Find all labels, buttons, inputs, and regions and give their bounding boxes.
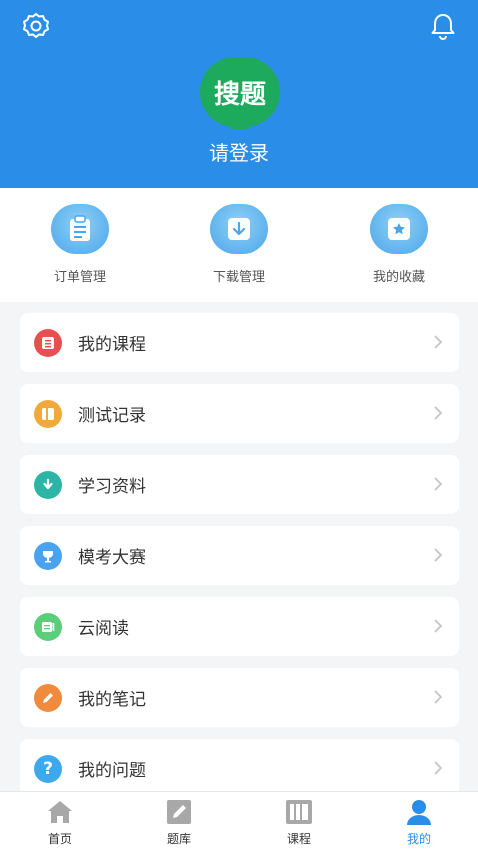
course-list-icon <box>34 328 62 357</box>
menu-item-label: 我的问题 <box>78 761 146 781</box>
menu-item-my-questions[interactable]: ? 我的问题 <box>20 739 459 798</box>
chevron-right-icon <box>434 406 443 420</box>
tab-mine[interactable]: 我的 <box>379 798 459 847</box>
edit-icon <box>164 798 194 826</box>
avatar-logo-text: 搜题 <box>213 79 266 110</box>
menu-list: 我的课程 测试记录 学习资料 模考大赛 云阅读 我的笔记 ? 我的问题 <box>20 313 459 810</box>
avatar[interactable]: 搜题 <box>200 57 280 129</box>
order-management-button[interactable]: 订单管理 <box>20 204 140 285</box>
menu-item-label: 测试记录 <box>78 406 146 426</box>
menu-item-my-notes[interactable]: 我的笔记 <box>20 668 459 727</box>
user-icon <box>404 798 434 826</box>
download-circle-icon <box>34 470 62 499</box>
profile-header: 搜题 请登录 <box>0 0 478 188</box>
menu-item-test-records[interactable]: 测试记录 <box>20 384 459 443</box>
chevron-right-icon <box>434 690 443 704</box>
tab-home[interactable]: 首页 <box>20 798 100 847</box>
menu-item-label: 模考大赛 <box>78 548 146 568</box>
quick-actions: 订单管理 下载管理 我的收藏 <box>0 188 478 302</box>
chevron-right-icon <box>434 548 443 562</box>
trophy-icon <box>34 541 62 570</box>
tab-question-bank[interactable]: 题库 <box>139 798 219 847</box>
menu-item-label: 学习资料 <box>78 477 146 497</box>
home-icon <box>45 798 75 826</box>
order-management-label: 订单管理 <box>53 270 106 285</box>
tab-label: 首页 <box>47 832 72 846</box>
chevron-right-icon <box>434 761 443 775</box>
chevron-right-icon <box>434 619 443 633</box>
star-icon <box>370 204 428 254</box>
login-link[interactable]: 请登录 <box>0 137 478 166</box>
pencil-icon <box>34 683 62 712</box>
reading-icon <box>34 612 62 641</box>
menu-item-cloud-reading[interactable]: 云阅读 <box>20 597 459 656</box>
download-icon <box>210 204 268 254</box>
menu-item-mock-exam[interactable]: 模考大赛 <box>20 526 459 585</box>
tab-label: 课程 <box>286 832 311 846</box>
test-record-icon <box>34 399 62 428</box>
menu-item-label: 我的课程 <box>78 335 146 355</box>
bell-icon[interactable] <box>427 10 459 42</box>
menu-item-label: 我的笔记 <box>78 690 146 710</box>
favorites-button[interactable]: 我的收藏 <box>339 204 459 285</box>
menu-item-label: 云阅读 <box>78 619 129 639</box>
question-icon: ? <box>34 754 62 783</box>
chevron-right-icon <box>434 335 443 349</box>
bottom-tab-bar: 首页 题库 课程 我的 <box>0 791 478 851</box>
download-management-label: 下载管理 <box>212 270 265 285</box>
favorites-label: 我的收藏 <box>372 270 425 285</box>
chevron-right-icon <box>434 477 443 491</box>
gear-icon[interactable] <box>20 10 52 42</box>
tab-label: 我的 <box>406 832 431 846</box>
menu-item-study-materials[interactable]: 学习资料 <box>20 455 459 514</box>
clipboard-icon <box>51 204 109 254</box>
menu-item-my-courses[interactable]: 我的课程 <box>20 313 459 372</box>
download-management-button[interactable]: 下载管理 <box>179 204 299 285</box>
books-icon <box>284 798 314 826</box>
tab-label: 题库 <box>166 832 191 846</box>
tab-courses[interactable]: 课程 <box>259 798 339 847</box>
